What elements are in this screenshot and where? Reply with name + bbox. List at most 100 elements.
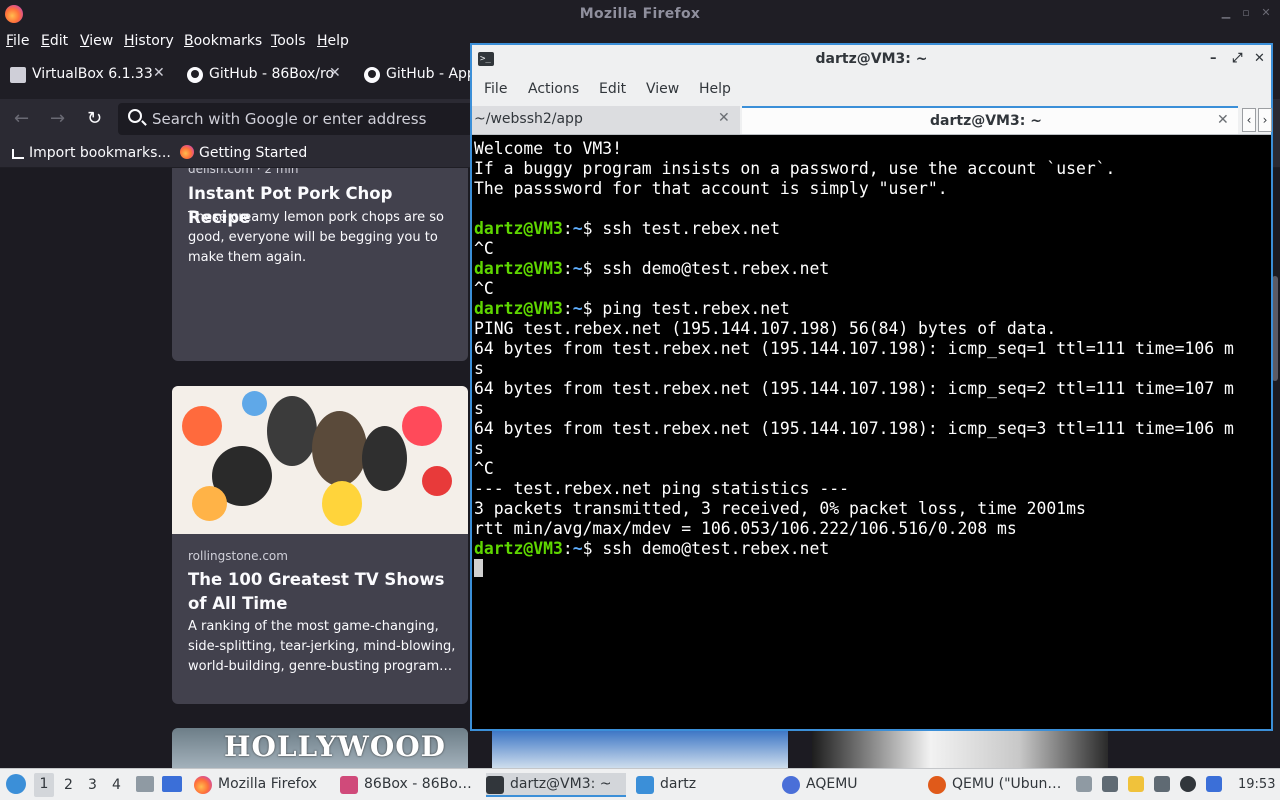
terminal-output-line: PING test.rebex.net (195.144.107.198) 56… [474, 319, 1271, 339]
task-label: Mozilla Firefox [218, 776, 318, 792]
workspace-1[interactable]: 1 [34, 773, 54, 797]
card-source: delish.com · 2 min [188, 168, 299, 176]
task-firefox[interactable]: Mozilla Firefox [194, 773, 328, 797]
close-icon[interactable]: ✕ [1260, 7, 1272, 19]
card-description: A ranking of the most game-changing, sid… [188, 619, 456, 674]
story-card-delish[interactable]: delish.com · 2 min Instant Pot Pork Chop… [172, 168, 468, 361]
maximize-icon[interactable]: ⤢ [1232, 51, 1242, 66]
menu-file[interactable]: File [6, 33, 29, 49]
tab-github-86box[interactable]: GitHub - 86Box/ro ✕ [187, 64, 347, 90]
terminal-output-line: 64 bytes from test.rebex.net (195.144.10… [474, 339, 1271, 359]
menu-view[interactable]: View [646, 81, 679, 97]
bookmark-getting-started[interactable]: Getting Started [180, 145, 307, 161]
qemu-icon [928, 776, 946, 794]
minimize-icon[interactable]: – [1210, 51, 1217, 66]
terminal-output-line: Welcome to VM3! [474, 139, 1271, 159]
workspace-2[interactable]: 2 [64, 777, 73, 793]
close-tab-icon[interactable]: ✕ [329, 65, 341, 81]
prompt-separator: : [562, 219, 573, 238]
line-text: Welcome to VM3! [474, 139, 623, 158]
story-thumbnail[interactable] [492, 730, 788, 768]
line-text: PING test.rebex.net (195.144.107.198) 56… [474, 319, 1057, 338]
prompt-separator: : [562, 299, 573, 318]
tab-virtualbox[interactable]: VirtualBox 6.1.33 ✕ [10, 64, 175, 90]
tab-scroll-right-icon[interactable]: › [1258, 108, 1272, 132]
menu-bookmarks[interactable]: Bookmarks [184, 33, 262, 49]
eject-icon[interactable] [1076, 776, 1092, 792]
terminal-output-line: s [474, 399, 1271, 419]
close-tab-icon[interactable]: ✕ [1217, 112, 1229, 128]
prompt-path: ~ [572, 259, 583, 278]
story-card-hollywood[interactable]: HOLLYWOOD [172, 728, 468, 768]
task-86box[interactable]: 86Box - 86Bo… [340, 773, 474, 797]
window-switcher-icon[interactable] [162, 776, 182, 792]
import-icon [12, 149, 24, 159]
menu-help[interactable]: Help [699, 81, 731, 97]
line-text: ^C [474, 279, 494, 298]
terminal-window-title: dartz@VM3: ~ [815, 51, 928, 67]
reload-icon[interactable]: ↻ [87, 108, 102, 129]
desktop-screen: Mozilla Firefox ▁ ▫ ✕ File Edit View His… [0, 0, 1280, 800]
menu-tools[interactable]: Tools [271, 33, 306, 49]
firefox-window-title: Mozilla Firefox [579, 6, 701, 22]
prompt-user: dartz@VM3 [474, 299, 563, 318]
terminal-tab-webssh2[interactable]: ~/webssh2/app ✕ [472, 106, 740, 134]
minimize-icon[interactable]: ▁ [1220, 7, 1232, 19]
prompt-dollar: $ [582, 299, 603, 318]
card-source: rollingstone.com [188, 549, 288, 563]
prompt-user: dartz@VM3 [474, 259, 563, 278]
forward-arrow-icon[interactable]: → [50, 108, 65, 129]
terminal-output[interactable]: Welcome to VM3! If a buggy program insist… [472, 137, 1271, 729]
firefox-titlebar: Mozilla Firefox ▁ ▫ ✕ [0, 0, 1280, 29]
network-icon[interactable] [1154, 776, 1170, 792]
story-thumbnail[interactable] [812, 730, 1108, 768]
tab-label: ~/webssh2/app [474, 111, 583, 127]
hollywood-sign-text: HOLLYWOOD [224, 730, 446, 763]
menu-view[interactable]: View [80, 33, 113, 49]
workspace-4[interactable]: 4 [112, 777, 121, 793]
story-card-rollingstone[interactable]: rollingstone.com The 100 Greatest TV Sho… [172, 386, 468, 704]
menu-history[interactable]: History [124, 33, 174, 49]
line-text: ^C [474, 459, 494, 478]
volume-icon[interactable] [1102, 776, 1118, 792]
line-text: s [474, 359, 484, 378]
menu-edit[interactable]: Edit [41, 33, 68, 49]
close-tab-icon[interactable]: ✕ [153, 65, 165, 81]
prompt-path: ~ [572, 539, 583, 558]
terminal-output-line: The passsword for that account is simply… [474, 179, 1271, 199]
update-icon[interactable] [1180, 776, 1196, 792]
tab-github-app[interactable]: GitHub - App [364, 64, 470, 90]
task-aqemu[interactable]: AQEMU [782, 773, 916, 797]
terminal-output-line: 3 packets transmitted, 3 received, 0% pa… [474, 499, 1271, 519]
task-dartz-folder[interactable]: dartz [636, 773, 770, 797]
notification-icon[interactable] [1206, 776, 1222, 792]
line-text: ping test.rebex.net [602, 299, 790, 318]
workspace-3[interactable]: 3 [88, 777, 97, 793]
task-label: AQEMU [806, 776, 858, 792]
card-image [172, 386, 468, 534]
close-icon[interactable]: ✕ [1254, 51, 1265, 66]
menu-edit[interactable]: Edit [599, 81, 626, 97]
menu-actions[interactable]: Actions [528, 81, 579, 97]
task-terminal[interactable]: dartz@VM3: ~ [486, 773, 626, 797]
tab-label: dartz@VM3: ~ [930, 113, 1042, 129]
github-icon [364, 67, 380, 83]
maximize-icon[interactable]: ▫ [1240, 7, 1252, 19]
menu-help[interactable]: Help [317, 33, 349, 49]
task-qemu[interactable]: QEMU ("Ubun… [928, 773, 1068, 797]
back-arrow-icon[interactable]: ← [14, 108, 29, 129]
prompt-dollar: $ [582, 259, 603, 278]
app-menu-icon[interactable] [6, 774, 26, 794]
tab-scroll-left-icon[interactable]: ‹ [1242, 108, 1256, 132]
bookmark-import[interactable]: Import bookmarks... [12, 145, 171, 161]
clipboard-icon[interactable] [1128, 776, 1144, 792]
terminal-tab-dartz[interactable]: dartz@VM3: ~ ✕ [742, 106, 1238, 134]
show-desktop-icon[interactable] [136, 776, 154, 792]
terminal-output-line: s [474, 439, 1271, 459]
virtualbox-icon [10, 67, 26, 83]
close-tab-icon[interactable]: ✕ [718, 110, 730, 126]
menu-file[interactable]: File [484, 81, 507, 97]
line-text: The passsword for that account is simply… [474, 179, 948, 198]
line-text: s [474, 439, 484, 458]
